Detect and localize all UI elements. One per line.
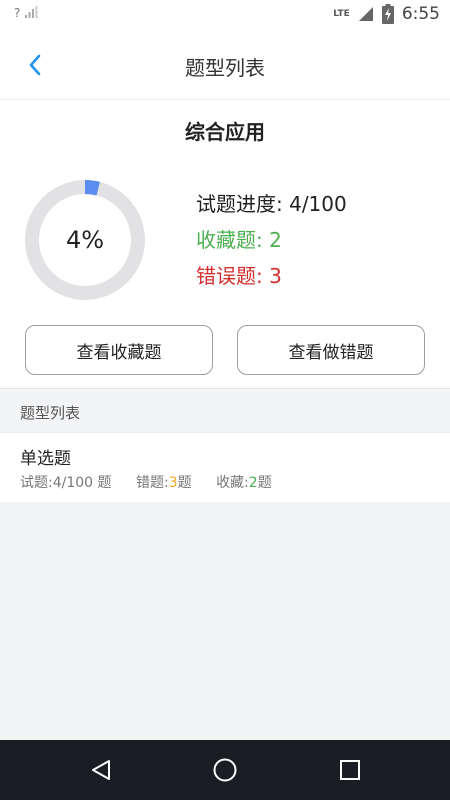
progress-percent: 4% (65, 226, 105, 254)
nav-back-button[interactable] (86, 755, 116, 785)
nav-recents-button[interactable] (335, 755, 365, 785)
view-wrong-answers-button[interactable]: 查看做错题 (237, 325, 425, 375)
nav-home-button[interactable] (210, 755, 240, 785)
favorites-count: 2 (248, 475, 258, 491)
list-item[interactable]: 单选题 试题:4/100 题 错题:3题 收藏:2题 (0, 432, 450, 502)
question-type-stats: 试题:4/100 题 错题:3题 收藏:2题 (20, 472, 292, 492)
system-nav-bar (0, 740, 450, 800)
errors-prefix: 错题: (135, 475, 169, 491)
summary-panel: 综合应用 4% 试题进度: 4/100 收藏题: 2 错误题: 3 查看收藏题 … (0, 100, 450, 388)
errors-suffix: 题 (177, 475, 192, 491)
page-title: 题型列表 (185, 56, 265, 80)
section-title: 题型列表 (20, 404, 81, 422)
favorites-stat: 收藏题: 2 (196, 228, 282, 252)
errors-stat: 错误题: 3 (196, 264, 282, 288)
status-bar: ? LTE 6:55 (0, 0, 450, 30)
question-favorites-stat: 收藏:2题 (216, 475, 272, 491)
favorites-suffix: 题 (257, 475, 272, 491)
view-favorites-button[interactable]: 查看收藏题 (25, 325, 213, 375)
app-header: 题型列表 (0, 30, 450, 100)
square-recents-icon (340, 760, 360, 780)
progress-stat: 试题进度: 4/100 (196, 192, 347, 216)
network-type-label: LTE (333, 9, 350, 19)
signal-indicator: ? (14, 5, 38, 20)
question-errors-stat: 错题:3题 (136, 475, 192, 491)
category-title: 综合应用 (185, 120, 265, 144)
triangle-back-icon (92, 760, 110, 780)
question-type-title: 单选题 (20, 449, 71, 469)
status-time: 6:55 (401, 4, 440, 24)
signal-status-text: ? (14, 6, 21, 20)
section-header: 题型列表 (0, 388, 450, 432)
battery-icon (381, 4, 394, 24)
favorites-prefix: 收藏: (216, 475, 249, 491)
circle-home-icon (213, 758, 237, 782)
status-icons: LTE 6:55 (333, 4, 440, 24)
cell-signal-icon (358, 7, 373, 21)
errors-count: 3 (168, 475, 178, 491)
question-progress-text: 试题:4/100 题 (20, 475, 112, 491)
signal-icon (25, 6, 38, 18)
